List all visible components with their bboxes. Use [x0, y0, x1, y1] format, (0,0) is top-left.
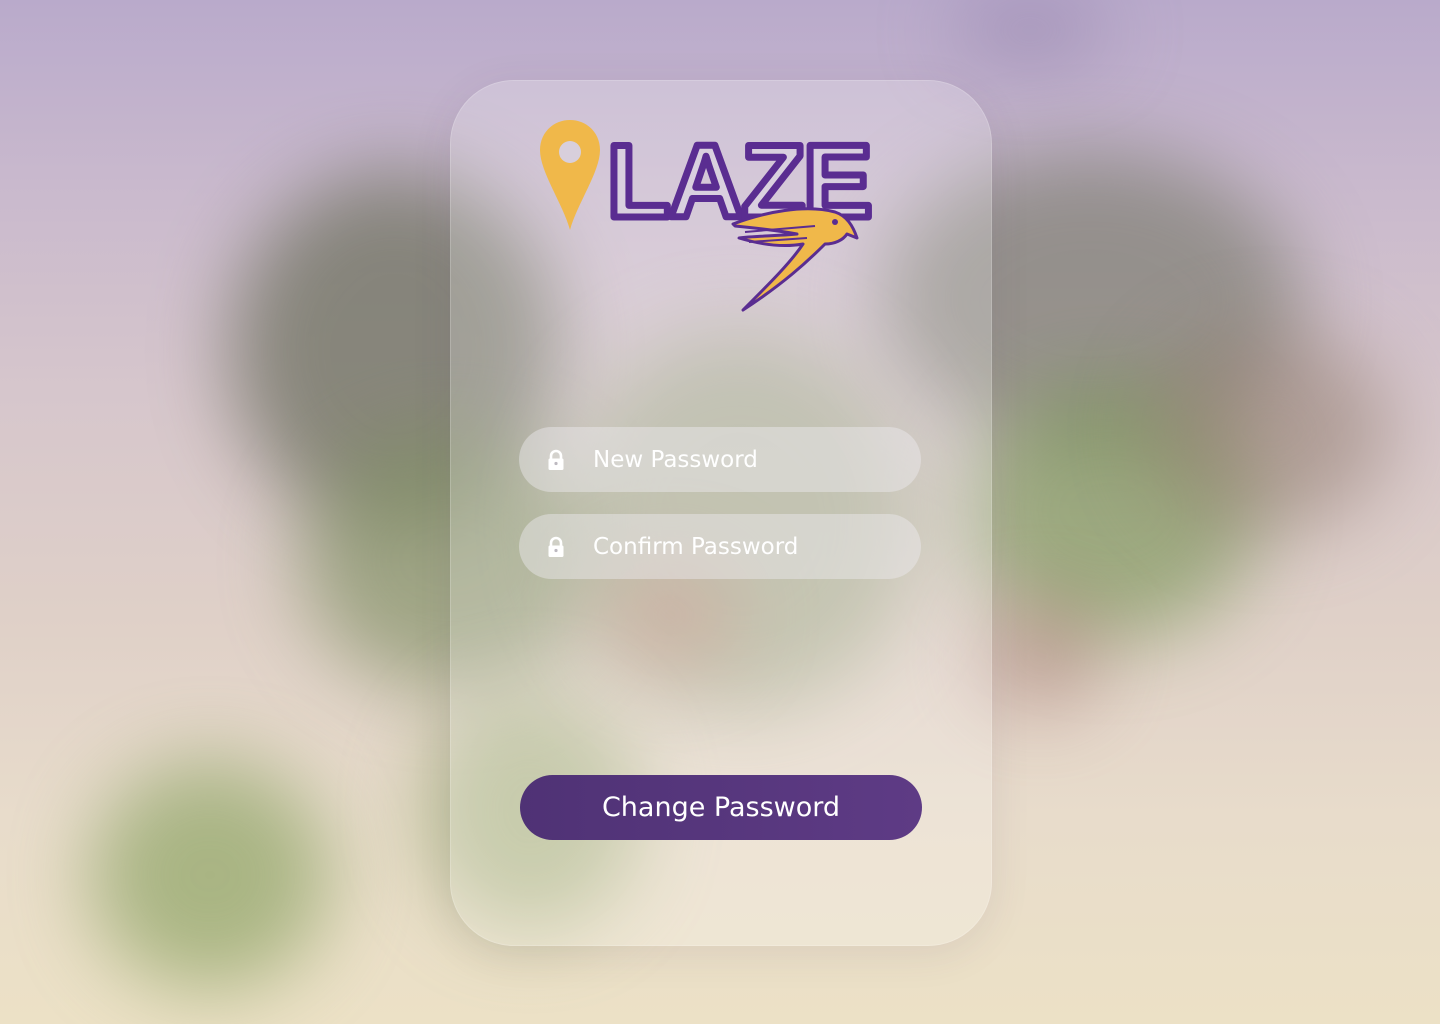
confirm-password-input[interactable]: [593, 514, 903, 579]
hawk-icon: [731, 207, 859, 312]
laze-logo: LAZE: [540, 120, 876, 312]
confirm-password-field[interactable]: [519, 514, 921, 579]
lock-icon: [548, 536, 564, 557]
lock-icon: [548, 449, 564, 470]
change-password-button[interactable]: Change Password: [520, 775, 922, 840]
new-password-input[interactable]: [593, 427, 903, 492]
map-pin-icon: [540, 120, 600, 230]
new-password-field[interactable]: [519, 427, 921, 492]
